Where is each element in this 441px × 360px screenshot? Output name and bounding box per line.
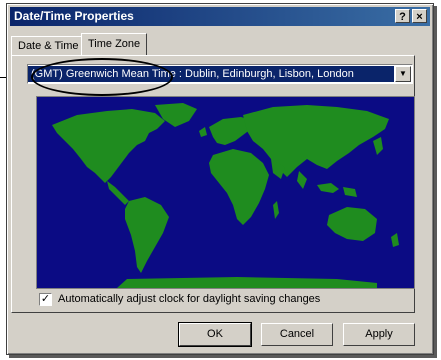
chevron-down-icon[interactable]: ▼ bbox=[395, 66, 411, 82]
tab-time-zone[interactable]: Time Zone bbox=[81, 33, 148, 55]
world-map bbox=[36, 96, 415, 289]
apply-button[interactable]: Apply bbox=[343, 323, 415, 346]
help-button[interactable]: ? bbox=[395, 9, 410, 23]
timezone-selected-value: (GMT) Greenwich Mean Time : Dublin, Edin… bbox=[28, 66, 394, 82]
window-title: Date/Time Properties bbox=[14, 9, 134, 23]
world-map-graphic bbox=[52, 103, 399, 288]
tab-date-time[interactable]: Date & Time bbox=[11, 36, 86, 55]
close-button[interactable]: × bbox=[412, 9, 427, 23]
timezone-select[interactable]: (GMT) Greenwich Mean Time : Dublin, Edin… bbox=[27, 64, 413, 84]
daylight-saving-label: Automatically adjust clock for daylight … bbox=[58, 293, 321, 305]
title-bar[interactable]: Date/Time Properties ? × bbox=[10, 7, 430, 26]
cancel-button[interactable]: Cancel bbox=[261, 323, 333, 346]
ok-button[interactable]: OK bbox=[178, 322, 252, 347]
daylight-saving-checkbox[interactable]: ✓ bbox=[39, 293, 52, 306]
